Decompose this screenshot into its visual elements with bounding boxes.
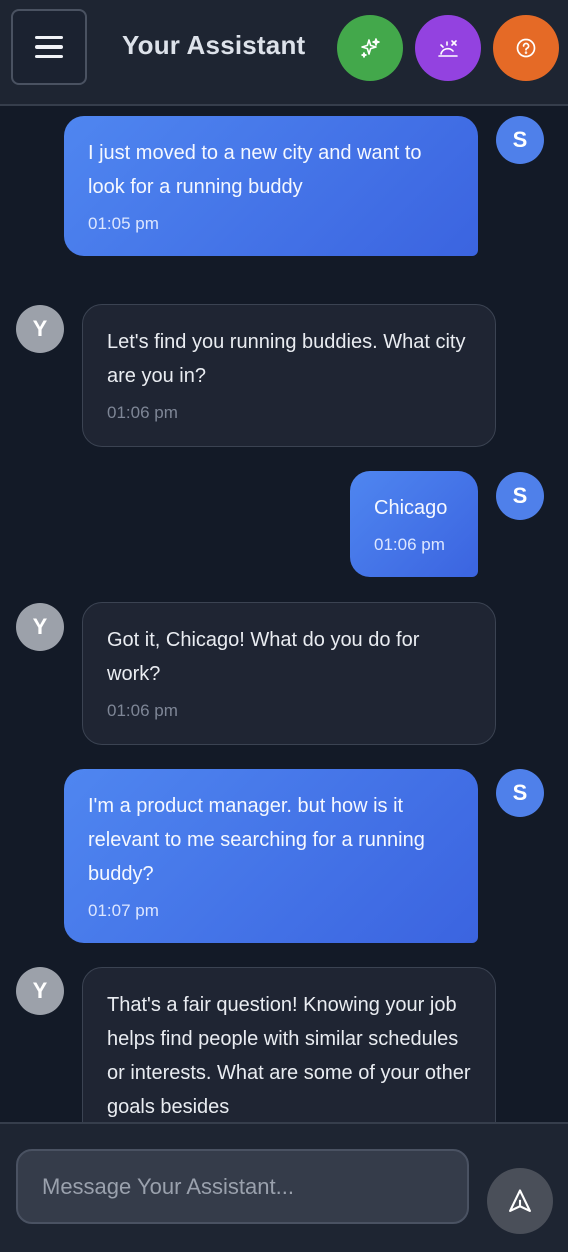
message-user: I'm a product manager. but how is it rel… [0,766,568,946]
message-time: 01:07 pm [88,901,159,920]
message-bubble: Chicago 01:06 pm [350,471,478,577]
message-time: 01:06 pm [107,701,178,720]
help-circle-icon [516,38,536,58]
message-text: I'm a product manager. but how is it rel… [88,795,425,885]
send-arrow-icon [509,1189,531,1212]
composer-bar [0,1122,568,1252]
avatar: Y [16,305,64,353]
avatar: Y [16,603,64,651]
hamburger-line [35,45,63,49]
message-time: 01:06 pm [107,403,178,422]
avatar: S [496,769,544,817]
message-user: I just moved to a new city and want to l… [0,108,568,258]
hamburger-line [35,54,63,59]
message-bubble: Got it, Chicago! What do you do for work… [82,602,496,745]
avatar: Y [16,967,64,1015]
sparkles-button[interactable] [337,15,403,81]
message-text: Let's find you running buddies. What cit… [107,331,466,387]
chat-app: Your Assistant I just moved to a new cit… [0,0,568,1252]
avatar: S [496,472,544,520]
message-text: Got it, Chicago! What do you do for work… [107,629,420,685]
message-assistant: Y Let's find you running buddies. What c… [0,298,568,448]
message-text: That's a fair question! Knowing your job… [107,994,471,1118]
avatar: S [496,116,544,164]
sunset-weather-icon [438,40,458,57]
message-bubble: That's a fair question! Knowing your job… [82,967,496,1122]
message-assistant: Y Got it, Chicago! What do you do for wo… [0,598,568,748]
hamburger-menu-icon [35,35,63,40]
app-header: Your Assistant [0,0,568,106]
message-list[interactable]: I just moved to a new city and want to l… [0,108,568,1122]
help-button[interactable] [493,15,559,81]
message-assistant: Y That's a fair question! Knowing your j… [0,966,568,1122]
message-bubble: Let's find you running buddies. What cit… [82,304,496,447]
weather-button[interactable] [415,15,481,81]
message-time: 01:06 pm [374,535,445,554]
message-time: 01:05 pm [88,214,159,233]
message-input[interactable] [16,1149,469,1224]
message-bubble: I'm a product manager. but how is it rel… [64,769,478,943]
app-title: Your Assistant [122,30,306,60]
message-user: Chicago 01:06 pm S [0,466,568,578]
message-text: I just moved to a new city and want to l… [88,142,422,198]
send-button[interactable] [487,1168,553,1234]
message-bubble: I just moved to a new city and want to l… [64,116,478,256]
sparkles-icon [361,38,380,58]
menu-button[interactable] [11,9,87,85]
message-text: Chicago [374,497,448,519]
